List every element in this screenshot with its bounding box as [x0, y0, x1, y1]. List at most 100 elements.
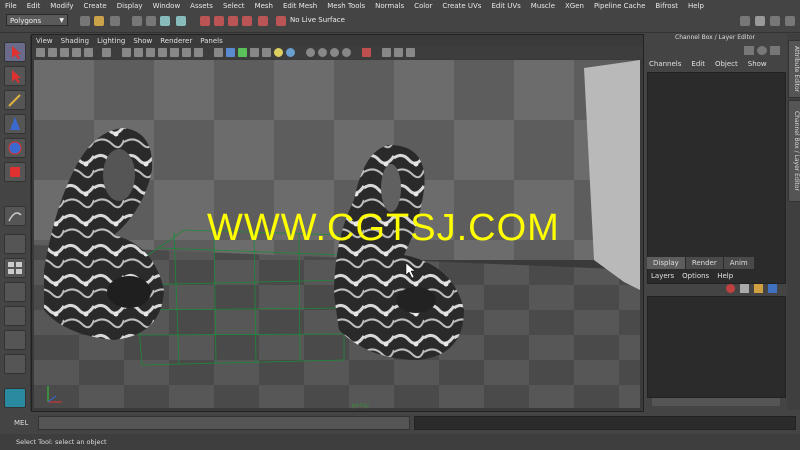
options-menu[interactable]: Options	[678, 272, 713, 280]
film-gate-icon[interactable]	[134, 48, 143, 57]
layout-icon[interactable]	[755, 16, 765, 26]
render-settings-icon[interactable]	[740, 16, 750, 26]
paint-select-tool-icon[interactable]	[4, 90, 26, 110]
menu-window[interactable]: Window	[148, 2, 186, 10]
live-surface-icon[interactable]	[276, 16, 286, 26]
channel-box-menu-edit[interactable]: Edit	[686, 60, 710, 68]
menu-select[interactable]: Select	[218, 2, 250, 10]
ambient-occlusion-icon[interactable]	[306, 48, 315, 57]
channel-box-area[interactable]	[647, 72, 786, 284]
wireframe-icon[interactable]	[214, 48, 223, 57]
layout-outliner-icon[interactable]	[4, 306, 26, 326]
horizontal-scrollbar[interactable]	[652, 398, 780, 406]
viewport-menu-show[interactable]: Show	[129, 37, 156, 45]
new-layer-icon[interactable]	[740, 284, 749, 293]
bookmarks-icon[interactable]	[60, 48, 69, 57]
image-plane-icon[interactable]	[72, 48, 81, 57]
menu-display[interactable]: Display	[112, 2, 148, 10]
snap-surface-icon[interactable]	[258, 16, 268, 26]
resolution-gate-icon[interactable]	[146, 48, 155, 57]
tab-anim[interactable]: Anim	[723, 257, 754, 269]
depth-of-field-icon[interactable]	[342, 48, 351, 57]
channel-box-menu-channels[interactable]: Channels	[644, 60, 686, 68]
menu-muscle[interactable]: Muscle	[526, 2, 560, 10]
motion-blur-icon[interactable]	[318, 48, 327, 57]
smooth-shade-icon[interactable]	[226, 48, 235, 57]
layout-graph-icon[interactable]	[4, 330, 26, 350]
share-icon[interactable]	[406, 48, 415, 57]
channel-box-menu-show[interactable]: Show	[743, 60, 772, 68]
menu-pipeline-cache[interactable]: Pipeline Cache	[589, 2, 650, 10]
select-object-icon[interactable]	[176, 16, 186, 26]
new-scene-icon[interactable]	[80, 16, 90, 26]
layer-list[interactable]	[647, 296, 786, 398]
menu-edit[interactable]: Edit	[22, 2, 46, 10]
tab-display[interactable]: Display	[647, 257, 685, 269]
camera-attributes-icon[interactable]	[48, 48, 57, 57]
layout-two-icon[interactable]	[4, 282, 26, 302]
isolate-select-icon[interactable]	[362, 48, 371, 57]
menu-normals[interactable]: Normals	[370, 2, 409, 10]
menu-help[interactable]: Help	[683, 2, 709, 10]
wireframe-on-shaded-icon[interactable]	[238, 48, 247, 57]
move-down-layer-icon[interactable]	[768, 284, 777, 293]
menu-color[interactable]: Color	[409, 2, 437, 10]
gate-mask-icon[interactable]	[158, 48, 167, 57]
menu-bifrost[interactable]: Bifrost	[650, 2, 683, 10]
grid-icon[interactable]	[122, 48, 131, 57]
viewport-menu-panels[interactable]: Panels	[196, 37, 227, 45]
menu-edit-uvs[interactable]: Edit UVs	[486, 2, 525, 10]
tab-channel-box[interactable]: Channel Box / Layer Editor	[788, 100, 800, 202]
mel-label[interactable]: MEL	[14, 419, 28, 427]
save-scene-icon[interactable]	[110, 16, 120, 26]
layout-four-icon[interactable]	[4, 258, 26, 278]
layout-single-icon[interactable]	[4, 234, 26, 254]
undo-icon[interactable]	[132, 16, 142, 26]
xray-joints-icon[interactable]	[382, 48, 391, 57]
menu-modify[interactable]: Modify	[45, 2, 78, 10]
channel-box-icon[interactable]	[744, 46, 754, 55]
menu-edit-mesh[interactable]: Edit Mesh	[278, 2, 322, 10]
scale-tool-icon[interactable]	[4, 162, 26, 182]
viewport-menu-shading[interactable]: Shading	[57, 37, 93, 45]
viewport-menu-renderer[interactable]: Renderer	[156, 37, 196, 45]
menu-create-uvs[interactable]: Create UVs	[437, 2, 486, 10]
shadows-icon[interactable]	[286, 48, 295, 57]
panel-toggle-icon[interactable]	[785, 16, 795, 26]
rotate-tool-icon[interactable]	[4, 138, 26, 158]
camera-select-icon[interactable]	[36, 48, 45, 57]
safe-title-icon[interactable]	[194, 48, 203, 57]
anti-aliasing-icon[interactable]	[330, 48, 339, 57]
menu-create[interactable]: Create	[78, 2, 111, 10]
tab-render[interactable]: Render	[685, 257, 723, 269]
open-scene-icon[interactable]	[94, 16, 104, 26]
move-tool-icon[interactable]	[4, 114, 26, 134]
field-chart-icon[interactable]	[170, 48, 179, 57]
menu-file[interactable]: File	[0, 2, 22, 10]
new-layer-selected-icon[interactable]	[726, 284, 735, 293]
redo-icon[interactable]	[146, 16, 156, 26]
viewport-menu-lighting[interactable]: Lighting	[93, 37, 129, 45]
channel-box-menu-object[interactable]: Object	[710, 60, 743, 68]
lasso-tool-icon[interactable]	[4, 66, 26, 86]
menu-set-dropdown[interactable]: Polygons ▼	[6, 14, 68, 26]
layout-hypershade-icon[interactable]	[4, 354, 26, 374]
2d-pan-zoom-icon[interactable]	[84, 48, 93, 57]
textured-icon[interactable]	[262, 48, 271, 57]
layer-editor-icon[interactable]	[757, 46, 767, 55]
lights-icon[interactable]	[274, 48, 283, 57]
menu-xgen[interactable]: XGen	[560, 2, 589, 10]
help-menu[interactable]: Help	[713, 272, 737, 280]
menu-mesh-tools[interactable]: Mesh Tools	[322, 2, 370, 10]
snap-view-icon[interactable]	[242, 16, 252, 26]
layers-menu[interactable]: Layers	[647, 272, 678, 280]
move-up-layer-icon[interactable]	[754, 284, 763, 293]
tool-settings-icon[interactable]	[770, 46, 780, 55]
menu-mesh[interactable]: Mesh	[250, 2, 278, 10]
menu-assets[interactable]: Assets	[185, 2, 218, 10]
soft-mod-tool-icon[interactable]	[4, 206, 26, 226]
select-tool-icon[interactable]	[4, 42, 26, 62]
xray-active-icon[interactable]	[394, 48, 403, 57]
panel-toggle-icon[interactable]	[770, 16, 780, 26]
select-hierarchy-icon[interactable]	[160, 16, 170, 26]
